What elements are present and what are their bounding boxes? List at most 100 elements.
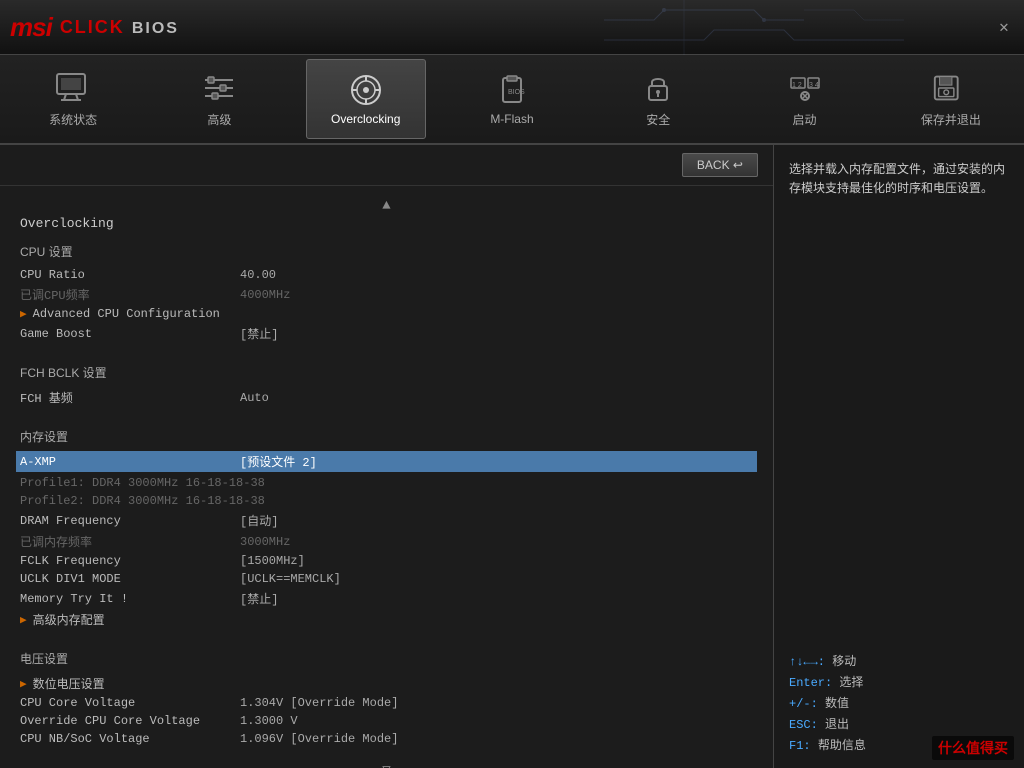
- fclk-freq-label: FCLK Frequency: [20, 554, 240, 568]
- nav-item-overclocking[interactable]: Overclocking: [306, 59, 426, 139]
- digit-voltage-row[interactable]: ▶ 数位电压设置: [20, 673, 753, 694]
- click-bios-logo: CLICK BIOS: [60, 17, 179, 38]
- fch-base-freq-row[interactable]: FCH 基频 Auto: [20, 387, 753, 408]
- overclocking-icon: [346, 72, 386, 107]
- back-button[interactable]: BACK ↩: [682, 153, 758, 177]
- cpu-group-label: CPU 设置: [20, 243, 753, 260]
- help-text: 选择并载入内存配置文件，通过安装的内存模块支持最佳化的时序和电压设置。: [789, 160, 1009, 198]
- game-boost-label: Game Boost: [20, 327, 240, 341]
- arrow-icon-adv-cpu: ▶: [20, 307, 27, 321]
- shortcut-move-key: ↑↓←→:: [789, 655, 825, 669]
- a-xmp-label: A-XMP: [20, 455, 240, 469]
- memory-settings-group: 内存设置 A-XMP [预设文件 2] Profile1: DDR4 3000M…: [20, 428, 753, 630]
- a-xmp-row[interactable]: A-XMP [预设文件 2]: [16, 451, 757, 472]
- nav-item-system-status[interactable]: 系统状态: [13, 59, 133, 139]
- nav-item-mflash[interactable]: BIOS M-Flash: [452, 59, 572, 139]
- advanced-icon: [199, 71, 239, 106]
- adv-cpu-config-row[interactable]: ▶ Advanced CPU Configuration: [20, 305, 753, 323]
- voltage-group-label: 电压设置: [20, 650, 753, 667]
- cpu-ratio-label: CPU Ratio: [20, 268, 240, 282]
- advanced-label: 高级: [207, 111, 231, 128]
- boot-icon: 1 2 3 4: [785, 71, 825, 106]
- watermark-label: 什么值得买: [932, 736, 1014, 760]
- override-cpu-core-value: 1.3000 V: [240, 714, 298, 728]
- digit-voltage-label: 数位电压设置: [33, 675, 253, 692]
- fch-group-label: FCH BCLK 设置: [20, 364, 753, 381]
- shortcut-esc-key: ESC:: [789, 718, 818, 732]
- cpu-nb-soc-label: CPU NB/SoC Voltage: [20, 732, 240, 746]
- cpu-core-voltage-label: CPU Core Voltage: [20, 696, 240, 710]
- mem-try-it-label: Memory Try It !: [20, 592, 240, 606]
- profile2-row: Profile2: DDR4 3000MHz 16-18-18-38: [20, 492, 753, 510]
- cpu-freq-row: 已调CPU频率 4000MHz: [20, 284, 753, 305]
- close-button[interactable]: ✕: [994, 17, 1014, 37]
- nav-item-boot[interactable]: 1 2 3 4 启动: [745, 59, 865, 139]
- shortcut-move-desc: 移动: [832, 654, 856, 668]
- dram-freq-row[interactable]: DRAM Frequency [自动]: [20, 510, 753, 531]
- a-xmp-value: [预设文件 2]: [240, 453, 317, 470]
- adv-mem-config-label: 高级内存配置: [33, 611, 253, 628]
- dram-freq-value: [自动]: [240, 512, 278, 529]
- main-content: BACK ↩ ▲ Overclocking CPU 设置 CPU Ratio 4…: [0, 145, 1024, 768]
- svg-text:3 4: 3 4: [809, 82, 819, 89]
- nav-item-save-exit[interactable]: 保存并退出: [891, 59, 1011, 139]
- save-exit-label: 保存并退出: [921, 111, 981, 128]
- voltage-settings-group: 电压设置 ▶ 数位电压设置 CPU Core Voltage 1.304V [O…: [20, 650, 753, 748]
- cpu-ratio-row[interactable]: CPU Ratio 40.00: [20, 266, 753, 284]
- fch-settings-group: FCH BCLK 设置 FCH 基频 Auto: [20, 364, 753, 408]
- profile1-label: Profile1: DDR4 3000MHz 16-18-18-38: [20, 476, 265, 490]
- override-cpu-core-label: Override CPU Core Voltage: [20, 714, 240, 728]
- cpu-nb-soc-value: 1.096V [Override Mode]: [240, 732, 398, 746]
- system-status-icon: [53, 71, 93, 106]
- mflash-label: M-Flash: [490, 112, 533, 126]
- mem-freq-display-label: 已调内存频率: [20, 533, 240, 550]
- svg-text:1 2: 1 2: [792, 82, 802, 89]
- game-boost-value: [禁止]: [240, 325, 278, 342]
- nav-item-advanced[interactable]: 高级: [159, 59, 279, 139]
- arrow-icon-digit-voltage: ▶: [20, 677, 27, 691]
- uclk-div1-row[interactable]: UCLK DIV1 MODE [UCLK==MEMCLK]: [20, 570, 753, 588]
- profile2-label: Profile2: DDR4 3000MHz 16-18-18-38: [20, 494, 265, 508]
- cpu-freq-value: 4000MHz: [240, 288, 290, 302]
- shortcut-enter-desc: 选择: [839, 675, 863, 689]
- override-cpu-core-row[interactable]: Override CPU Core Voltage 1.3000 V: [20, 712, 753, 730]
- page-section-title: Overclocking: [20, 216, 753, 231]
- save-exit-icon: [931, 71, 971, 106]
- shortcut-esc-desc: 退出: [825, 717, 849, 731]
- cpu-settings-group: CPU 设置 CPU Ratio 40.00 已调CPU频率 4000MHz ▶…: [20, 243, 753, 344]
- cpu-core-voltage-value: 1.304V [Override Mode]: [240, 696, 398, 710]
- shortcut-f1-desc: 帮助信息: [818, 738, 866, 752]
- boot-label: 启动: [793, 111, 817, 128]
- back-bar: BACK ↩: [0, 145, 773, 186]
- svg-text:BIOS: BIOS: [508, 89, 525, 96]
- content-area[interactable]: ▲ Overclocking CPU 设置 CPU Ratio 40.00 已调…: [0, 186, 773, 768]
- msi-logo: msi: [10, 12, 52, 43]
- shortcut-enter-key: Enter:: [789, 676, 832, 690]
- game-boost-row[interactable]: Game Boost [禁止]: [20, 323, 753, 344]
- mflash-icon: BIOS: [492, 72, 532, 107]
- header: msi CLICK BIOS ✕: [0, 0, 1024, 55]
- mem-freq-display-row: 已调内存频率 3000MHz: [20, 531, 753, 552]
- fch-base-freq-value: Auto: [240, 391, 269, 405]
- navigation-bar: 系统状态 高级: [0, 55, 1024, 145]
- adv-mem-config-row[interactable]: ▶ 高级内存配置: [20, 609, 753, 630]
- overclocking-label: Overclocking: [331, 112, 400, 126]
- nav-item-security[interactable]: 安全: [598, 59, 718, 139]
- fch-base-freq-label: FCH 基频: [20, 389, 240, 406]
- shortcut-esc: ESC: 退出: [789, 715, 1009, 732]
- cpu-nb-soc-row[interactable]: CPU NB/SoC Voltage 1.096V [Override Mode…: [20, 730, 753, 748]
- system-status-label: 系统状态: [49, 111, 97, 128]
- shortcut-f1-key: F1:: [789, 739, 811, 753]
- uclk-div1-value: [UCLK==MEMCLK]: [240, 572, 341, 586]
- shortcut-move: ↑↓←→: 移动: [789, 652, 1009, 669]
- left-panel: BACK ↩ ▲ Overclocking CPU 设置 CPU Ratio 4…: [0, 145, 774, 768]
- cpu-freq-label: 已调CPU频率: [20, 286, 240, 303]
- cpu-core-voltage-row[interactable]: CPU Core Voltage 1.304V [Override Mode]: [20, 694, 753, 712]
- logo: msi CLICK BIOS: [10, 12, 179, 43]
- cpu-ratio-value: 40.00: [240, 268, 276, 282]
- scroll-arrow-down: ▽: [20, 760, 753, 768]
- mem-try-it-row[interactable]: Memory Try It ! [禁止]: [20, 588, 753, 609]
- dram-freq-label: DRAM Frequency: [20, 514, 240, 528]
- fclk-freq-row[interactable]: FCLK Frequency [1500MHz]: [20, 552, 753, 570]
- memory-group-label: 内存设置: [20, 428, 753, 445]
